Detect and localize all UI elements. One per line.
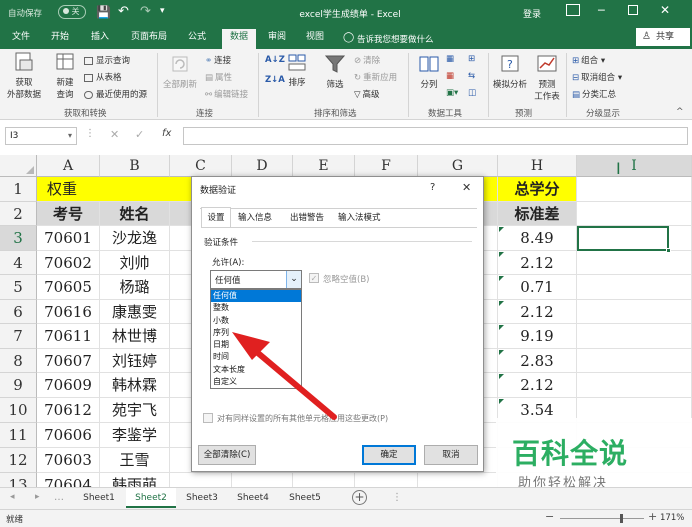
sheet-tabs-bar: ◂ ▸ … Sheet1 Sheet2 Sheet3 Sheet4 Sheet5 + ⋮	[0, 487, 692, 509]
sheet-tab-sheet5[interactable]: Sheet5	[280, 488, 330, 508]
more-sheets-icon[interactable]: …	[54, 492, 64, 503]
sheet-tab-sheet3[interactable]: Sheet3	[177, 488, 227, 508]
status-bar: 就绪 − + 171%	[0, 509, 692, 527]
new-sheet-icon[interactable]: +	[352, 490, 367, 505]
sheet-options-icon[interactable]: ⋮	[392, 492, 402, 503]
scroll-next-sheet-icon[interactable]: ▸	[35, 492, 40, 502]
status-ready: 就绪	[6, 515, 24, 525]
scroll-prev-sheet-icon[interactable]: ◂	[10, 492, 15, 502]
sheet-tab-sheet4[interactable]: Sheet4	[228, 488, 278, 508]
sheet-tab-sheet1[interactable]: Sheet1	[74, 488, 124, 508]
zoom-level[interactable]: 171%	[660, 513, 684, 523]
zoom-out-icon[interactable]: −	[545, 510, 554, 523]
zoom-slider[interactable]	[560, 514, 644, 523]
zoom-in-icon[interactable]: +	[648, 510, 657, 523]
sheet-tab-sheet2[interactable]: Sheet2	[126, 488, 176, 508]
watermark-title: 百科全说	[512, 437, 629, 470]
zoom-slider-thumb[interactable]	[620, 514, 623, 523]
